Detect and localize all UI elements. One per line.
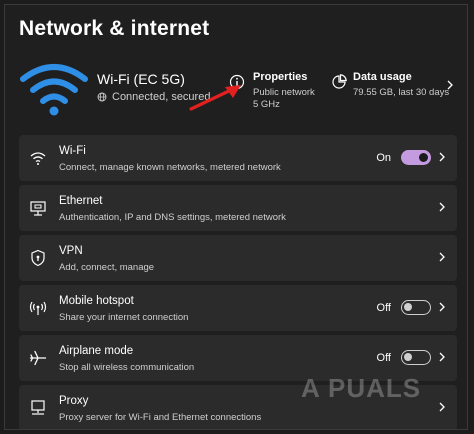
row-label: Airplane mode: [59, 345, 134, 357]
pie-chart-icon: [332, 74, 347, 89]
settings-window: Network & internet Wi-Fi (EC 5G) Connect…: [4, 4, 468, 430]
row-description: Share your internet connection: [59, 312, 189, 323]
wifi-icon: [20, 64, 88, 116]
annotation-arrow-icon: [189, 85, 241, 111]
row-label: Ethernet: [59, 195, 103, 207]
globe-icon: [97, 92, 107, 102]
row-label: VPN: [59, 245, 83, 257]
network-name: Wi-Fi (EC 5G): [97, 71, 185, 87]
ethernet-icon: [30, 201, 46, 216]
chevron-right-icon[interactable]: [445, 79, 455, 91]
row-mobile-hotspot[interactable]: Mobile hotspot Share your internet conne…: [19, 285, 457, 331]
wifi-toggle[interactable]: [401, 150, 431, 165]
properties-network-type: Public network: [253, 87, 315, 98]
row-description: Authentication, IP and DNS settings, met…: [59, 212, 286, 223]
chevron-right-icon: [439, 402, 445, 412]
row-description: Add, connect, manage: [59, 262, 155, 273]
chevron-right-icon: [439, 152, 445, 162]
row-description: Stop all wireless communication: [59, 362, 195, 373]
chevron-right-icon: [439, 252, 445, 262]
proxy-icon: [31, 400, 45, 415]
properties-title: Properties: [253, 71, 308, 83]
mobile-hotspot-toggle[interactable]: [401, 300, 431, 315]
row-label: Mobile hotspot: [59, 295, 134, 307]
toggle-state-label: Off: [376, 302, 391, 314]
shield-icon: [31, 249, 45, 267]
watermark-logo: A PUALS: [301, 373, 422, 403]
data-usage-title: Data usage: [353, 71, 412, 83]
toggle-state-label: Off: [376, 352, 391, 364]
row-label: Wi-Fi: [59, 145, 86, 157]
row-description: Connect, manage known networks, metered …: [59, 162, 281, 173]
page-title: Network & internet: [19, 17, 210, 40]
data-usage-button[interactable]: Data usage 79.55 GB, last 30 days: [331, 69, 459, 105]
toggle-state-label: On: [376, 152, 391, 164]
chevron-right-icon: [439, 202, 445, 212]
wifi-icon: [30, 152, 46, 165]
row-ethernet[interactable]: Ethernet Authentication, IP and DNS sett…: [19, 185, 457, 231]
row-wifi[interactable]: Wi-Fi Connect, manage known networks, me…: [19, 135, 457, 181]
row-vpn[interactable]: VPN Add, connect, manage: [19, 235, 457, 281]
hotspot-icon: [29, 301, 47, 315]
airplane-mode-toggle[interactable]: [401, 350, 431, 365]
row-description: Proxy server for Wi-Fi and Ethernet conn…: [59, 412, 262, 423]
chevron-right-icon: [439, 352, 445, 362]
data-usage-amount: 79.55 GB, last 30 days: [353, 87, 450, 98]
airplane-icon: [29, 350, 47, 366]
row-label: Proxy: [59, 395, 89, 407]
properties-band: 5 GHz: [253, 99, 280, 110]
chevron-right-icon: [439, 302, 445, 312]
